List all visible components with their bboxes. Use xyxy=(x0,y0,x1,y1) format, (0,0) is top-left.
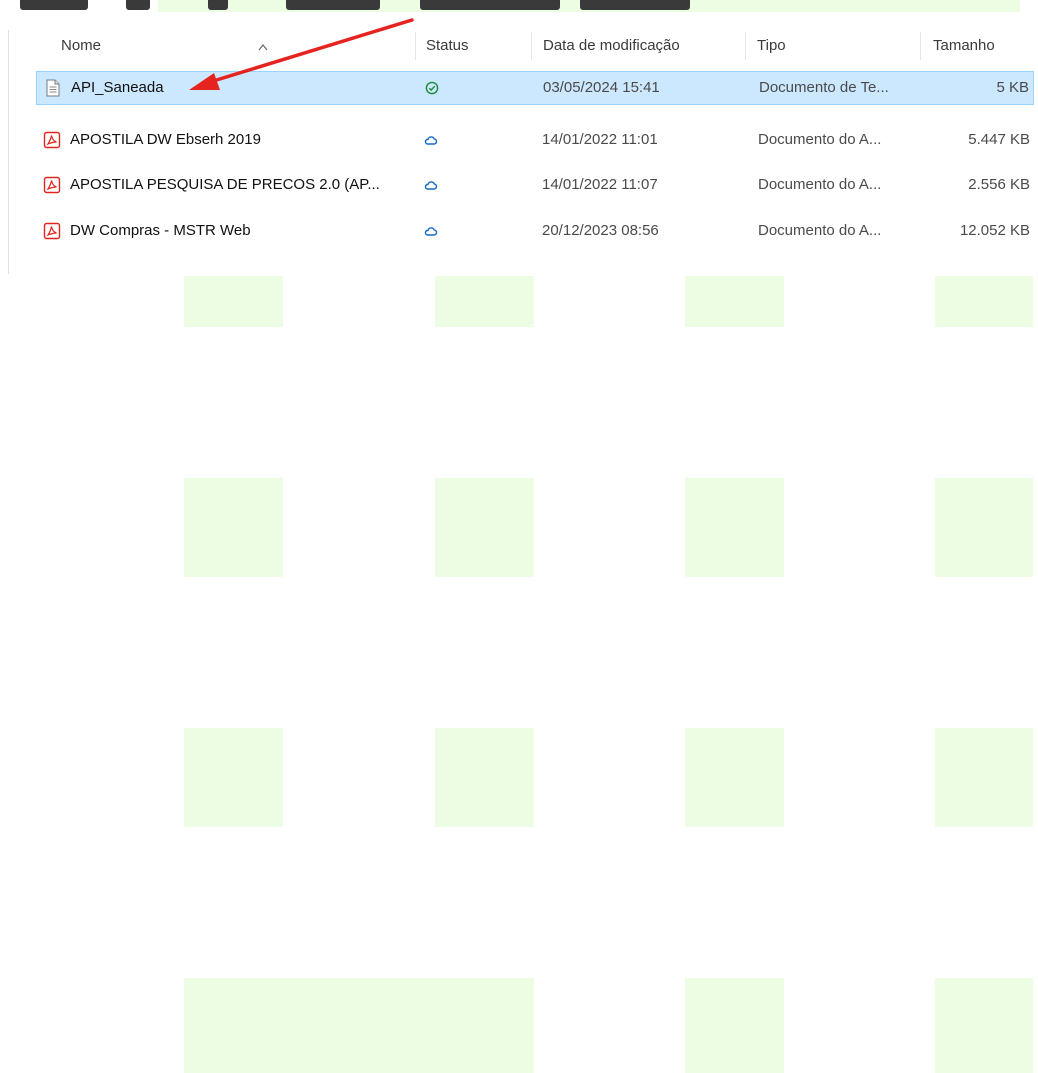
file-size: 5 KB xyxy=(996,79,1029,96)
background-tile xyxy=(935,978,1033,1073)
background-tile xyxy=(935,276,1033,327)
cropped-text-fragment xyxy=(208,0,228,10)
available-offline-check-icon xyxy=(425,81,439,95)
file-size: 12.052 KB xyxy=(959,222,1030,239)
file-explorer-details-view: Nome Status Data de modificação Tipo Tam… xyxy=(0,12,1038,274)
background-tile xyxy=(685,728,784,827)
column-divider[interactable] xyxy=(415,32,416,60)
file-row-apostila-dw-ebserh[interactable]: APOSTILA DW Ebserh 2019 14/01/2022 11:01… xyxy=(36,124,1034,158)
background-tile xyxy=(935,478,1033,577)
file-name: API_Saneada xyxy=(71,79,164,96)
background-tile xyxy=(184,276,283,327)
pdf-document-icon xyxy=(43,222,61,240)
cropped-text-fragment xyxy=(126,0,150,10)
file-name: DW Compras - MSTR Web xyxy=(70,222,251,239)
cloud-only-icon xyxy=(424,227,438,236)
background-tile xyxy=(435,728,534,827)
background-tile xyxy=(184,478,283,577)
background-tile xyxy=(935,728,1033,827)
file-type: Documento do A... xyxy=(758,131,882,148)
file-size: 5.447 KB xyxy=(968,131,1030,148)
file-type: Documento do A... xyxy=(758,176,882,193)
column-header-row: Nome Status Data de modificação Tipo Tam… xyxy=(36,28,1038,64)
cropped-text-fragment xyxy=(580,0,690,10)
file-row-api-saneada[interactable]: API_Saneada 03/05/2024 15:41 Documento d… xyxy=(36,71,1034,105)
file-type: Documento de Te... xyxy=(759,79,889,96)
column-divider[interactable] xyxy=(745,32,746,60)
background-tile xyxy=(184,728,283,827)
pane-left-border xyxy=(8,30,9,274)
column-divider[interactable] xyxy=(920,32,921,60)
cropped-text-fragment xyxy=(20,0,88,10)
file-date-modified: 20/12/2023 08:56 xyxy=(542,222,659,239)
file-name: APOSTILA PESQUISA DE PRECOS 2.0 (AP... xyxy=(70,176,380,193)
column-header-name[interactable]: Nome xyxy=(61,28,417,64)
file-type: Documento do A... xyxy=(758,222,882,239)
file-date-modified: 14/01/2022 11:01 xyxy=(542,131,658,148)
background-tile xyxy=(685,276,784,327)
background-tile xyxy=(435,276,534,327)
pdf-document-icon xyxy=(43,131,61,149)
column-divider[interactable] xyxy=(531,32,532,60)
cropped-text-fragment xyxy=(286,0,380,10)
background-tile xyxy=(685,978,784,1073)
file-size: 2.556 KB xyxy=(968,176,1030,193)
file-row-dw-compras[interactable]: DW Compras - MSTR Web 20/12/2023 08:56 D… xyxy=(36,215,1034,249)
cloud-only-icon xyxy=(424,181,438,190)
pdf-document-icon xyxy=(43,176,61,194)
file-date-modified: 14/01/2022 11:07 xyxy=(542,176,658,193)
column-header-status[interactable]: Status xyxy=(426,28,526,64)
file-name: APOSTILA DW Ebserh 2019 xyxy=(70,131,261,148)
text-document-icon xyxy=(46,79,60,97)
column-header-date-modified[interactable]: Data de modificação xyxy=(543,28,739,64)
column-header-size[interactable]: Tamanho xyxy=(933,28,1033,64)
cloud-only-icon xyxy=(424,136,438,145)
background-tile xyxy=(184,978,534,1073)
column-header-type[interactable]: Tipo xyxy=(757,28,917,64)
background-tile xyxy=(435,478,534,577)
sort-ascending-caret-icon xyxy=(258,44,268,51)
cropped-text-fragment xyxy=(420,0,560,10)
cropped-top-strip xyxy=(0,0,1038,12)
background-tile xyxy=(685,478,784,577)
file-row-apostila-pesquisa-precos[interactable]: APOSTILA PESQUISA DE PRECOS 2.0 (AP... 1… xyxy=(36,169,1034,203)
file-date-modified: 03/05/2024 15:41 xyxy=(543,79,660,96)
